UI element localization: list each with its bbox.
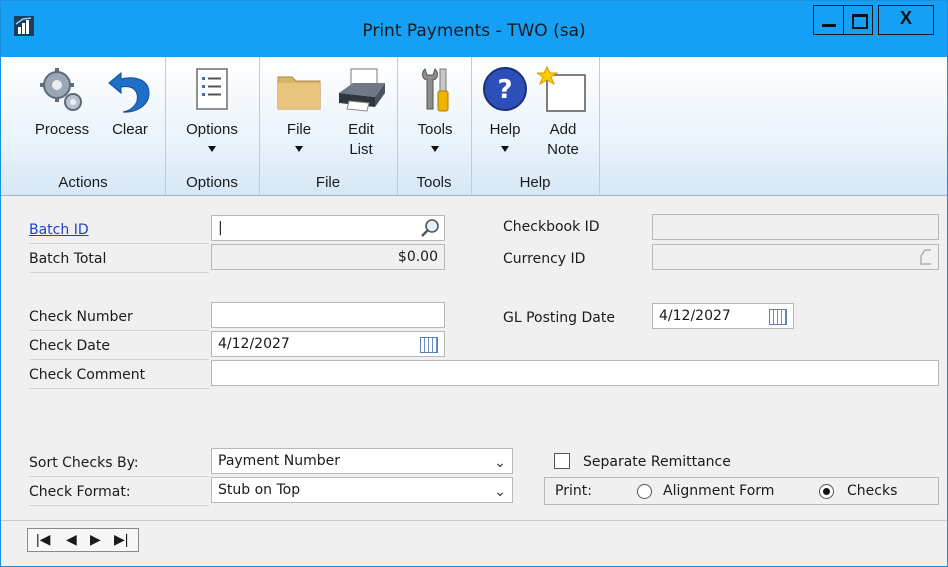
separate-remittance-checkbox[interactable]: [554, 453, 570, 469]
process-label: Process: [34, 121, 90, 138]
window-title: Print Payments - TWO (sa): [362, 21, 586, 41]
print-label: Print:: [555, 483, 592, 499]
currency-id-label: Currency ID: [503, 251, 586, 267]
check-format-value: Stub on Top: [218, 482, 301, 498]
separate-remittance-label: Separate Remittance: [583, 454, 731, 470]
calendar-icon[interactable]: [769, 309, 787, 325]
tools-icon: [422, 68, 449, 112]
edit-list-label: Edit List: [348, 121, 374, 158]
gears-icon: [40, 68, 82, 111]
checks-radio[interactable]: [819, 484, 834, 499]
check-format-label: Check Format:: [29, 479, 209, 506]
check-number-input[interactable]: [211, 302, 445, 328]
alignment-form-radio[interactable]: [637, 484, 652, 499]
chevron-down-icon: [208, 146, 216, 152]
printer-icon: [339, 68, 385, 112]
sort-checks-by-label: Sort Checks By:: [29, 450, 209, 477]
ribbon-group-label: Actions: [58, 174, 108, 191]
check-format-select[interactable]: Stub on Top ⌄: [211, 477, 513, 503]
batch-id-label[interactable]: Batch ID: [29, 217, 209, 244]
currency-expand-icon: [920, 249, 931, 265]
ribbon-group-label: Tools: [416, 174, 452, 191]
gl-posting-date-input[interactable]: 4/12/2027: [652, 303, 794, 329]
chevron-down-icon: [295, 146, 303, 152]
file-label: File: [286, 121, 312, 138]
batch-total-field: $0.00: [211, 244, 445, 270]
ribbon-group-label: File: [315, 174, 341, 191]
check-comment-input[interactable]: [211, 360, 939, 386]
last-record-icon[interactable]: ▶|: [114, 531, 128, 548]
checks-label: Checks: [847, 483, 898, 499]
ribbon-group-label: Help: [519, 174, 551, 191]
batch-id-input[interactable]: |: [211, 215, 445, 241]
alignment-form-label: Alignment Form: [663, 483, 775, 499]
svg-text:?: ?: [497, 75, 512, 105]
lookup-magnifier-icon[interactable]: [420, 218, 440, 238]
checkbook-id-label: Checkbook ID: [503, 219, 600, 235]
close-icon: X: [899, 8, 912, 28]
print-payments-window: Print Payments - TWO (sa) X Actions Proc…: [0, 0, 948, 567]
sort-checks-by-value: Payment Number: [218, 453, 340, 469]
record-navigation: |◀ ◀ ▶ ▶|: [27, 528, 139, 552]
check-date-input[interactable]: 4/12/2027: [211, 331, 445, 357]
tools-label: Tools: [417, 121, 453, 138]
ribbon-group-label: Options: [186, 174, 238, 191]
currency-id-field: [652, 244, 939, 270]
chevron-down-icon: [431, 146, 439, 152]
clear-label: Clear: [112, 121, 148, 138]
calendar-icon[interactable]: [420, 337, 438, 353]
add-note-label: Add Note: [547, 121, 579, 158]
sort-checks-by-select[interactable]: Payment Number ⌄: [211, 448, 513, 474]
chevron-down-icon: ⌄: [494, 455, 506, 471]
next-record-icon[interactable]: ▶: [90, 531, 101, 548]
gl-posting-date-value: 4/12/2027: [659, 308, 731, 324]
options-label: Options: [186, 121, 238, 138]
check-date-label: Check Date: [29, 333, 209, 360]
checkbook-id-field: [652, 214, 939, 240]
ribbon-toolbar: Actions Process Clear Options Options Fi…: [1, 57, 947, 195]
minimize-button[interactable]: [813, 5, 843, 35]
help-label: Help: [489, 121, 521, 138]
batch-total-label: Batch Total: [29, 246, 209, 273]
batch-id-link[interactable]: Batch ID: [29, 222, 89, 238]
chevron-down-icon: ⌄: [494, 484, 506, 500]
folder-icon: [277, 76, 321, 110]
options-list-icon: [196, 68, 228, 110]
note-icon: [537, 65, 586, 112]
maximize-button[interactable]: [843, 5, 873, 35]
batch-id-value: |: [218, 220, 223, 236]
check-comment-label: Check Comment: [29, 362, 209, 389]
check-number-label: Check Number: [29, 304, 209, 331]
title-bar: Print Payments - TWO (sa) X: [1, 1, 947, 57]
first-record-icon[interactable]: |◀: [36, 531, 50, 548]
previous-record-icon[interactable]: ◀: [66, 531, 77, 548]
gl-posting-date-label: GL Posting Date: [503, 310, 615, 326]
close-button[interactable]: X: [878, 5, 934, 35]
chevron-down-icon: [501, 146, 509, 152]
check-date-value: 4/12/2027: [218, 336, 290, 352]
undo-arrow-icon: [108, 71, 150, 113]
help-icon: ?: [483, 67, 527, 111]
